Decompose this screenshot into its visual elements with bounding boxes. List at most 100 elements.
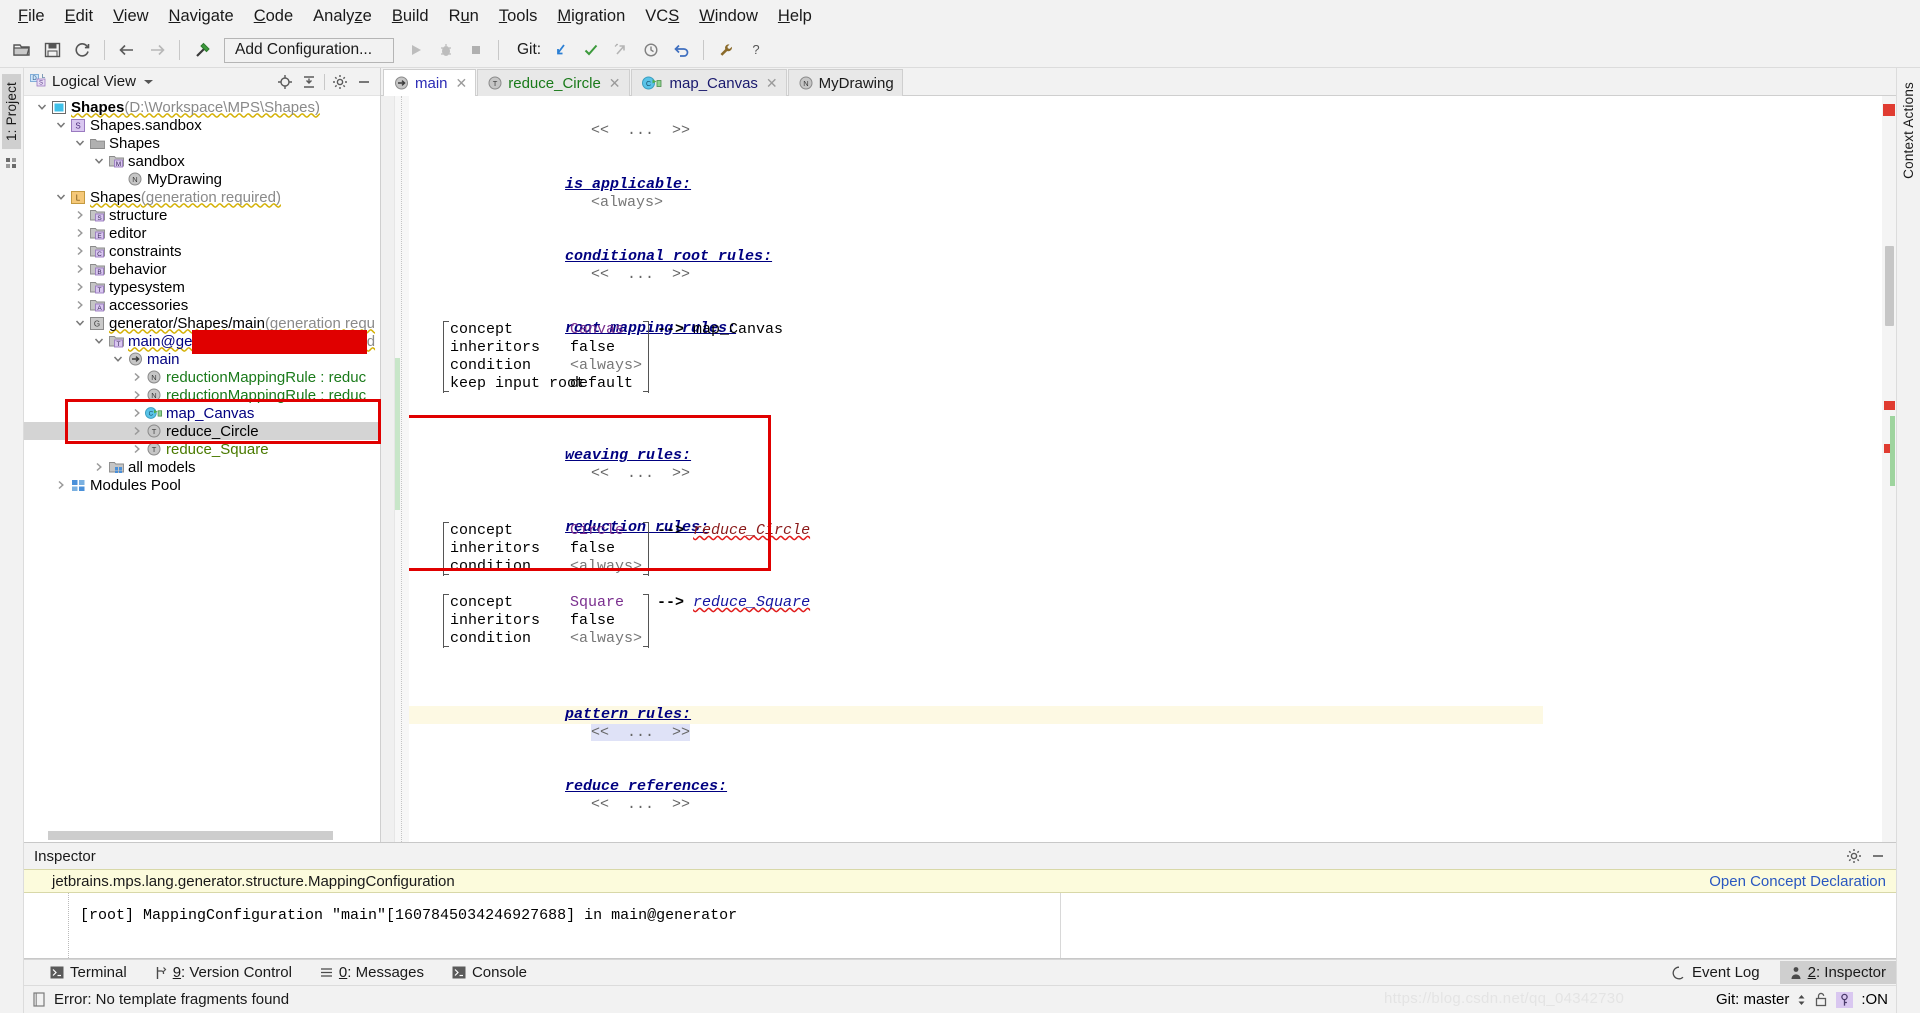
- section-weaving-rules-header[interactable]: weaving rules:: [421, 429, 1882, 464]
- tree-node-generator-shapes-main[interactable]: Ggenerator/Shapes/main (generation requ: [24, 314, 380, 332]
- tree-twisty[interactable]: [91, 156, 107, 166]
- tool-console[interactable]: Console: [452, 964, 541, 981]
- menu-run[interactable]: Run: [439, 5, 489, 28]
- tree-twisty[interactable]: [53, 480, 69, 490]
- section-reduce-references-header[interactable]: reduce references:: [421, 760, 1882, 795]
- menu-help[interactable]: Help: [768, 5, 822, 28]
- menu-analyze[interactable]: Analyze: [303, 5, 382, 28]
- tree-twisty[interactable]: [72, 210, 88, 220]
- tree-twisty[interactable]: [91, 336, 107, 346]
- tree-twisty[interactable]: [53, 192, 69, 202]
- folder-open-icon[interactable]: [8, 37, 36, 63]
- inspector-code[interactable]: [root] MappingConfiguration "main"[16078…: [24, 893, 737, 924]
- root-mapping-rule[interactable]: concept Canvas inheritors false condition <…: [443, 321, 1882, 393]
- tree-twisty[interactable]: [72, 246, 88, 256]
- menu-view[interactable]: View: [103, 5, 158, 28]
- tree-twisty[interactable]: [72, 228, 88, 238]
- history-clock-icon[interactable]: [637, 37, 665, 63]
- close-icon[interactable]: ✕: [609, 75, 621, 92]
- tree-node-sandbox[interactable]: Msandbox: [24, 152, 380, 170]
- reduction-rule-circle[interactable]: concept Circle inheritors false condition <…: [443, 522, 1882, 576]
- tree-node-reduce-circle[interactable]: Treduce_Circle: [24, 422, 380, 440]
- tree-node-main-generator[interactable]: Tmain@generator (generation required: [24, 332, 380, 350]
- view-selector-label[interactable]: Logical View: [52, 73, 136, 90]
- tree-node-typesystem[interactable]: Ttypesystem: [24, 278, 380, 296]
- section-is-applicable-header[interactable]: is applicable:: [421, 158, 1882, 193]
- key-icon[interactable]: [1836, 991, 1854, 1008]
- editor-content[interactable]: << ... >> is applicable: <always> condit…: [409, 96, 1882, 842]
- tree-twisty[interactable]: [72, 264, 88, 274]
- tree-node-shapes[interactable]: Shapes (D:\Workspace\MPS\Shapes): [24, 98, 380, 116]
- editor-scrollbar[interactable]: [1882, 96, 1896, 842]
- tree-twisty[interactable]: [72, 318, 88, 328]
- scrollbar-thumb[interactable]: [1885, 246, 1894, 326]
- close-icon[interactable]: ✕: [456, 75, 468, 92]
- tree-node-behavior[interactable]: Bbehavior: [24, 260, 380, 278]
- tool-event-log[interactable]: Event Log: [1672, 964, 1774, 981]
- error-stripe-top[interactable]: [1883, 104, 1895, 116]
- unlock-icon[interactable]: [1814, 992, 1828, 1007]
- tool-inspector[interactable]: 2: Inspector: [1779, 961, 1896, 984]
- section-reduction-rules-header[interactable]: reduction rules:: [421, 501, 1882, 536]
- error-stripe-1[interactable]: [1884, 401, 1895, 410]
- gear-icon[interactable]: [328, 71, 352, 93]
- tool-terminal[interactable]: Terminal: [50, 964, 141, 981]
- updown-chevron-icon[interactable]: [1797, 993, 1806, 1007]
- tree-twisty[interactable]: [72, 138, 88, 148]
- menu-code[interactable]: Code: [244, 5, 303, 28]
- editor-tab-map-canvas[interactable]: Cmap_Canvas ✕: [630, 69, 787, 96]
- structure-icon[interactable]: [5, 157, 18, 170]
- menu-edit[interactable]: Edit: [55, 5, 103, 28]
- editor-tab-main[interactable]: main ✕: [383, 69, 477, 96]
- hammer-icon[interactable]: [188, 37, 216, 63]
- refresh-icon[interactable]: [68, 37, 96, 63]
- tree-node-reduce-square[interactable]: Treduce_Square: [24, 440, 380, 458]
- push-icon[interactable]: [607, 37, 635, 63]
- tree-twisty[interactable]: [129, 390, 145, 400]
- section-root-mapping-rules-header[interactable]: root mapping rules:: [421, 302, 1882, 337]
- menu-build[interactable]: Build: [382, 5, 439, 28]
- chevron-down-icon[interactable]: [143, 78, 154, 86]
- open-concept-declaration-link[interactable]: Open Concept Declaration: [1709, 873, 1886, 890]
- tree-twisty[interactable]: [129, 444, 145, 454]
- sidebar-item-context-actions[interactable]: Context Actions: [1899, 74, 1918, 187]
- tree-node-shapes-sandbox[interactable]: S Shapes.sandbox: [24, 116, 380, 134]
- menu-vcs[interactable]: VCS: [635, 5, 689, 28]
- tree-node-reductionmappingrule-reduc[interactable]: NreductionMappingRule : reduc: [24, 368, 380, 386]
- save-icon[interactable]: [38, 37, 66, 63]
- menu-window[interactable]: Window: [689, 5, 768, 28]
- debug-icon[interactable]: [432, 37, 460, 63]
- help-question-icon[interactable]: ?: [742, 37, 770, 63]
- tree-twisty[interactable]: [129, 372, 145, 382]
- collapse-all-icon[interactable]: [297, 71, 321, 93]
- reduction-target-square[interactable]: reduce_Square: [693, 594, 810, 611]
- tree-node-map-canvas[interactable]: Cmap_Canvas: [24, 404, 380, 422]
- arrow-left-icon[interactable]: [113, 37, 141, 63]
- commit-checkmark-icon[interactable]: [577, 37, 605, 63]
- section-pattern-rules-header[interactable]: pattern rules:: [421, 688, 1882, 723]
- menu-tools[interactable]: Tools: [489, 5, 548, 28]
- tree-node-shapes[interactable]: Shapes: [24, 134, 380, 152]
- tree-twisty[interactable]: [129, 426, 145, 436]
- tree-twisty[interactable]: [72, 282, 88, 292]
- tree-twisty[interactable]: [129, 408, 145, 418]
- tree-node-constraints[interactable]: Cconstraints: [24, 242, 380, 260]
- editor-tabstrip[interactable]: main ✕ Treduce_Circle ✕ Cmap_Canvas ✕ N MyDrawi…: [381, 68, 1896, 96]
- tree-node-all-models[interactable]: all models: [24, 458, 380, 476]
- close-icon[interactable]: ✕: [766, 75, 778, 92]
- menu-navigate[interactable]: Navigate: [159, 5, 244, 28]
- reduction-target-circle[interactable]: reduce_Circle: [693, 522, 810, 539]
- tree-twisty[interactable]: [34, 102, 50, 112]
- tool-messages[interactable]: 0: Messages: [320, 964, 438, 981]
- tree-node-editor[interactable]: Eeditor: [24, 224, 380, 242]
- hide-panel-icon[interactable]: [352, 71, 376, 93]
- tree-twisty[interactable]: [53, 120, 69, 130]
- rollback-icon[interactable]: [667, 37, 695, 63]
- tool-version-control[interactable]: 9: Version Control: [155, 964, 306, 981]
- menu-migration[interactable]: Migration: [547, 5, 635, 28]
- tree-node-modules-pool[interactable]: Modules Pool: [24, 476, 380, 494]
- tree-node-accessories[interactable]: Aaccessories: [24, 296, 380, 314]
- reduction-rule-square[interactable]: concept Square inheritors false condition <…: [443, 594, 1882, 648]
- sidebar-item-project[interactable]: 1: Project: [2, 74, 21, 150]
- section-conditional-root-rules-header[interactable]: conditional root rules:: [421, 230, 1882, 265]
